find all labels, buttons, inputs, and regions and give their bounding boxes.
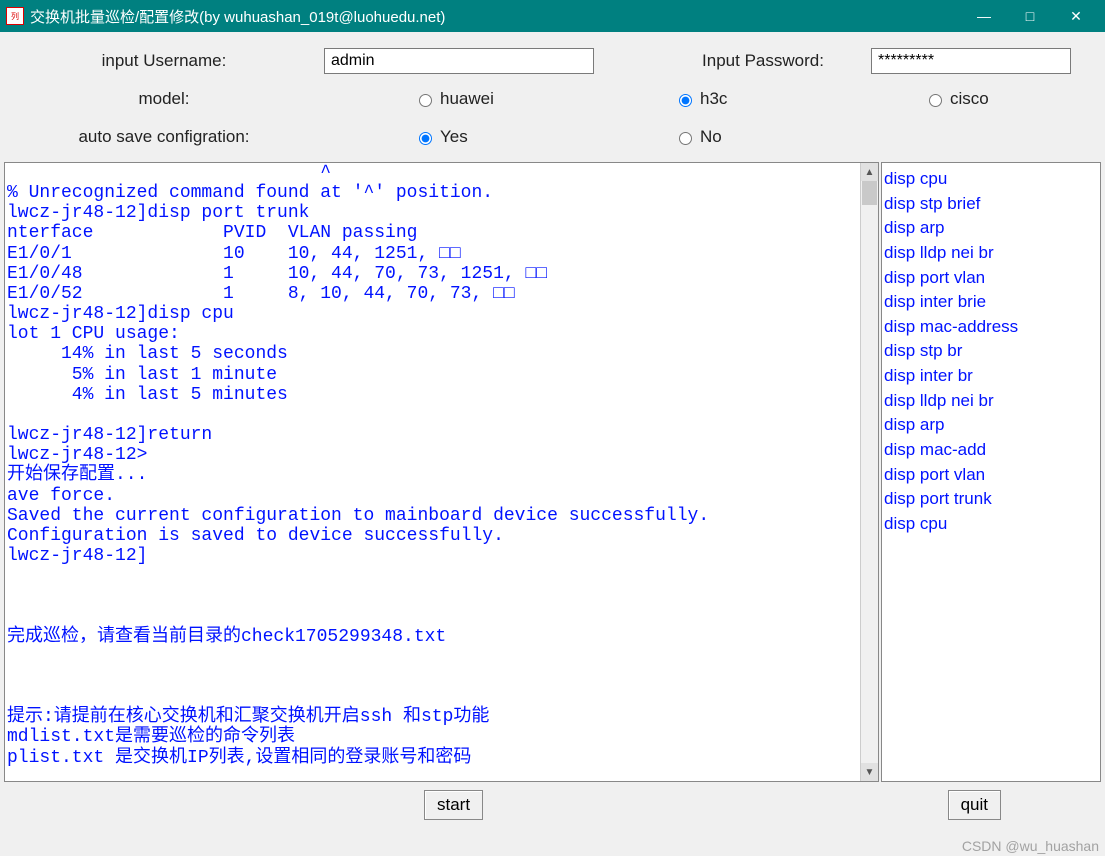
command-list-item[interactable]: disp stp br <box>884 339 1098 364</box>
model-option-huawei[interactable]: huawei <box>324 89 604 109</box>
bottom-bar: start quit <box>0 782 1105 820</box>
close-button[interactable]: ✕ <box>1053 1 1099 31</box>
model-option-h3c[interactable]: h3c <box>604 89 864 109</box>
start-button[interactable]: start <box>424 790 483 820</box>
window-title: 交换机批量巡检/配置修改(by wuhuashan_019t@luohuedu.… <box>30 6 961 27</box>
maximize-button[interactable]: □ <box>1007 1 1053 31</box>
middle-area: ^ % Unrecognized command found at '^' po… <box>0 162 1105 782</box>
command-list-item[interactable]: disp lldp nei br <box>884 389 1098 414</box>
model-label: model: <box>4 89 324 109</box>
scroll-up-icon[interactable]: ▲ <box>861 163 878 181</box>
app-icon: 列 <box>6 7 24 25</box>
terminal-output[interactable]: ^ % Unrecognized command found at '^' po… <box>5 163 860 781</box>
titlebar: 列 交换机批量巡检/配置修改(by wuhuashan_019t@luohued… <box>0 0 1105 32</box>
command-list-item[interactable]: disp inter brie <box>884 290 1098 315</box>
watermark: CSDN @wu_huashan <box>962 838 1099 854</box>
command-list-item[interactable]: disp arp <box>884 216 1098 241</box>
command-list-item[interactable]: disp mac-address <box>884 315 1098 340</box>
command-list-item[interactable]: disp inter br <box>884 364 1098 389</box>
password-input[interactable] <box>871 48 1071 74</box>
model-radio-huawei[interactable] <box>419 94 432 107</box>
form-area: input Username: Input Password: model: h… <box>0 32 1105 162</box>
command-list-item[interactable]: disp port vlan <box>884 266 1098 291</box>
command-list-item[interactable]: disp port vlan <box>884 463 1098 488</box>
password-label: Input Password: <box>663 51 863 71</box>
row-autosave: auto save configration: Yes No <box>4 118 1101 156</box>
command-list[interactable]: disp cpudisp stp briefdisp arpdisp lldp … <box>882 163 1100 781</box>
scroll-thumb[interactable] <box>862 181 877 205</box>
scroll-down-icon[interactable]: ▼ <box>861 763 878 781</box>
row-credentials: input Username: Input Password: <box>4 42 1101 80</box>
username-input[interactable] <box>324 48 594 74</box>
model-radio-cisco[interactable] <box>929 94 942 107</box>
command-list-item[interactable]: disp port trunk <box>884 487 1098 512</box>
autosave-option-no[interactable]: No <box>604 127 722 147</box>
command-list-item[interactable]: disp arp <box>884 413 1098 438</box>
command-list-item[interactable]: disp cpu <box>884 167 1098 192</box>
terminal-pane: ^ % Unrecognized command found at '^' po… <box>4 162 879 782</box>
model-option-cisco[interactable]: cisco <box>864 89 989 109</box>
autosave-radio-yes[interactable] <box>419 132 432 145</box>
autosave-label: auto save configration: <box>4 127 324 147</box>
model-radio-h3c[interactable] <box>679 94 692 107</box>
terminal-scrollbar[interactable]: ▲ ▼ <box>860 163 878 781</box>
row-model: model: huawei h3c cisco <box>4 80 1101 118</box>
command-list-item[interactable]: disp mac-add <box>884 438 1098 463</box>
command-list-item[interactable]: disp cpu <box>884 512 1098 537</box>
command-list-item[interactable]: disp lldp nei br <box>884 241 1098 266</box>
minimize-button[interactable]: — <box>961 1 1007 31</box>
autosave-option-yes[interactable]: Yes <box>324 127 604 147</box>
command-list-item[interactable]: disp stp brief <box>884 192 1098 217</box>
username-label: input Username: <box>4 51 324 71</box>
autosave-radio-no[interactable] <box>679 132 692 145</box>
command-list-pane: disp cpudisp stp briefdisp arpdisp lldp … <box>881 162 1101 782</box>
quit-button[interactable]: quit <box>948 790 1001 820</box>
